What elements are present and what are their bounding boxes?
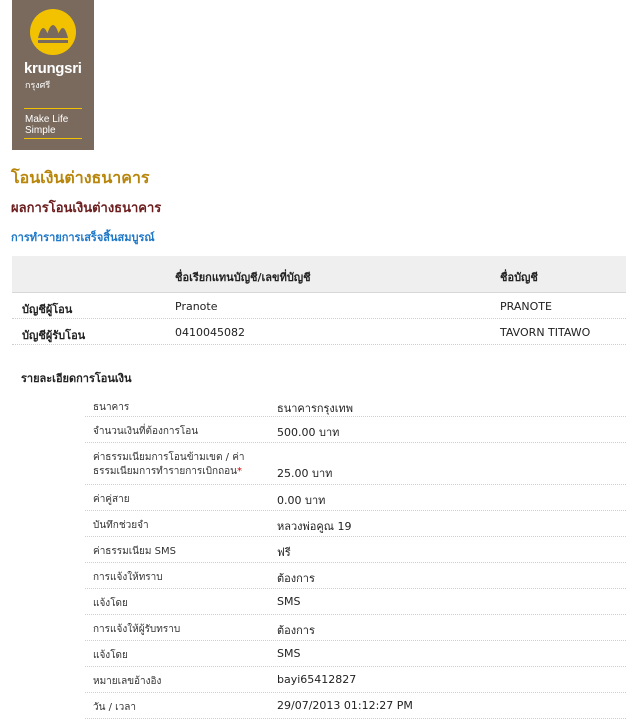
accounts-table: ชื่อเรียกแทนบัญชี/เลขที่บัญชี ชื่อบัญชี … — [12, 256, 626, 345]
detail-label: ค่าคู่สาย — [93, 494, 130, 505]
detail-value: 25.00 บาท — [277, 467, 333, 480]
detail-label-line2: ธรรมเนียมการทำรายการเบิกถอน* — [93, 464, 242, 479]
table-row: แจ้งโดย SMS — [85, 589, 626, 615]
details-title: รายละเอียดการโอนเงิน — [21, 372, 132, 385]
header-account-alias: ชื่อเรียกแทนบัญชี/เลขที่บัญชี — [175, 271, 311, 284]
detail-value: SMS — [277, 595, 301, 608]
logo-tagline-2: Simple — [25, 125, 56, 136]
detail-label: ธนาคาร — [93, 402, 130, 413]
row-alias: 0410045082 — [175, 326, 245, 339]
detail-label: จำนวนเงินที่ต้องการโอน — [93, 426, 199, 437]
logo-divider-bottom — [24, 138, 82, 139]
detail-label: แจ้งโดย — [93, 650, 128, 661]
row-label: บัญชีผู้รับโอน — [22, 329, 86, 342]
table-row: หมายเลขอ้างอิง bayi65412827 — [85, 667, 626, 693]
required-mark: * — [237, 466, 242, 477]
row-label: บัญชีผู้โอน — [22, 303, 73, 316]
table-row: การแจ้งให้ทราบ ต้องการ — [85, 563, 626, 589]
table-row: การแจ้งให้ผู้รับทราบ ต้องการ — [85, 615, 626, 641]
table-row: บัญชีผู้โอน Pranote PRANOTE — [12, 293, 626, 319]
header-account-name: ชื่อบัญชี — [500, 271, 538, 284]
table-row: แจ้งโดย SMS — [85, 641, 626, 667]
table-row: วัน / เวลา 29/07/2013 01:12:27 PM — [85, 693, 626, 719]
table-row: บัญชีผู้รับโอน 0410045082 TAVORN TITAWO — [12, 319, 626, 345]
detail-value: หลวงพ่อคูณ 19 — [277, 520, 352, 533]
detail-value: 29/07/2013 01:12:27 PM — [277, 699, 413, 712]
detail-label-line1: ค่าธรรมเนียมการโอนข้ามเขต / ค่า — [93, 452, 245, 463]
detail-label: หมายเลขอ้างอิง — [93, 676, 162, 687]
logo-divider-top — [24, 108, 82, 109]
page-title: โอนเงินต่างธนาคาร — [11, 168, 150, 187]
table-row: ค่าธรรมเนียมการโอนข้ามเขต / ค่า ธรรมเนีย… — [85, 443, 626, 485]
detail-value: ฟรี — [277, 546, 291, 559]
logo-tagline-1: Make Life — [25, 114, 69, 125]
logo-brand-text: krungsri — [24, 60, 82, 77]
accounts-table-header: ชื่อเรียกแทนบัญชี/เลขที่บัญชี ชื่อบัญชี — [12, 256, 626, 293]
detail-value: ต้องการ — [277, 624, 315, 637]
logo-brand-thai: กรุงศรี — [25, 81, 51, 91]
krungsri-emblem-icon — [30, 9, 76, 55]
status-message: การทำรายการเสร็จสิ้นสมบูรณ์ — [11, 231, 155, 244]
table-row: ธนาคาร ธนาคารกรุงเทพ — [85, 393, 626, 417]
detail-label: บันทึกช่วยจำ — [93, 520, 149, 531]
table-row: ค่าคู่สาย 0.00 บาท — [85, 485, 626, 511]
table-row: บันทึกช่วยจำ หลวงพ่อคูณ 19 — [85, 511, 626, 537]
krungsri-logo: krungsri กรุงศรี Make Life Simple — [12, 0, 94, 150]
result-title: ผลการโอนเงินต่างธนาคาร — [11, 201, 162, 216]
row-name: PRANOTE — [500, 300, 552, 313]
row-name: TAVORN TITAWO — [500, 326, 591, 339]
detail-label: การแจ้งให้ทราบ — [93, 572, 163, 583]
detail-value: SMS — [277, 647, 301, 660]
detail-label: การแจ้งให้ผู้รับทราบ — [93, 624, 181, 635]
detail-value: 0.00 บาท — [277, 494, 326, 507]
table-row: ค่าธรรมเนียม SMS ฟรี — [85, 537, 626, 563]
details-table: ธนาคาร ธนาคารกรุงเทพ จำนวนเงินที่ต้องการ… — [85, 393, 626, 719]
table-row: จำนวนเงินที่ต้องการโอน 500.00 บาท — [85, 417, 626, 443]
detail-label: แจ้งโดย — [93, 598, 128, 609]
row-alias: Pranote — [175, 300, 218, 313]
detail-label-text: ธรรมเนียมการทำรายการเบิกถอน — [93, 466, 237, 477]
detail-label: ค่าธรรมเนียม SMS — [93, 546, 176, 557]
detail-value: bayi65412827 — [277, 673, 357, 686]
detail-label: วัน / เวลา — [93, 702, 136, 713]
detail-value: ธนาคารกรุงเทพ — [277, 402, 354, 415]
detail-value: ต้องการ — [277, 572, 315, 585]
detail-value: 500.00 บาท — [277, 426, 340, 439]
